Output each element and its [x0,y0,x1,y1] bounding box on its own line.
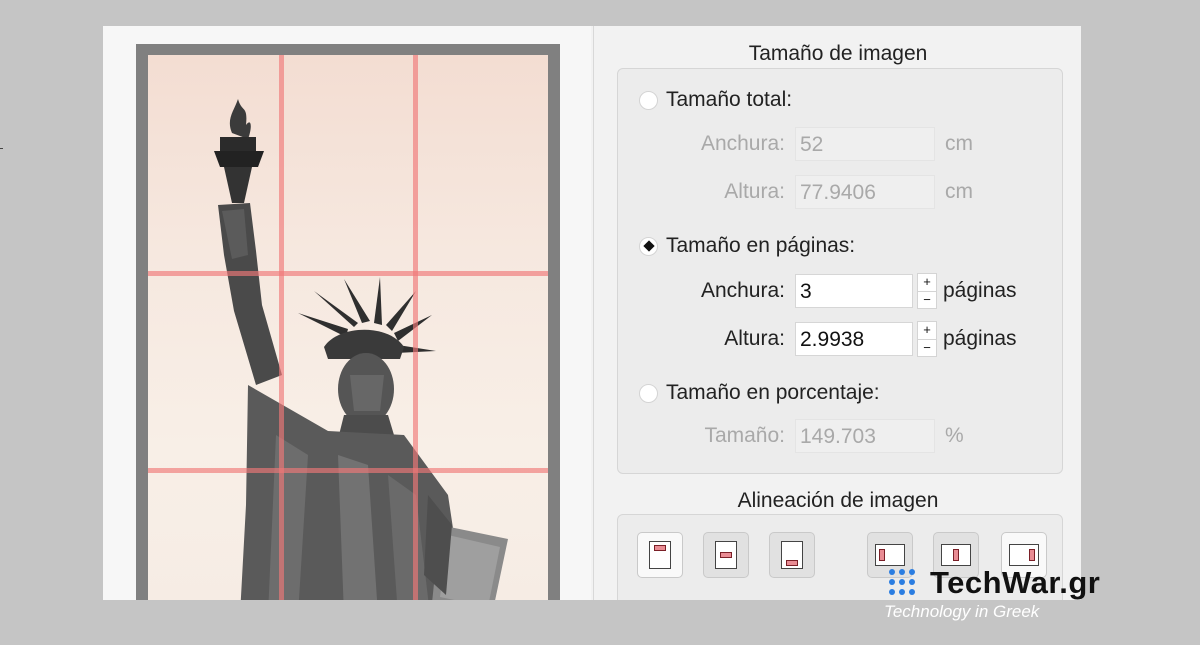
percent-size-input[interactable]: 149.703 [795,419,935,453]
decrement-button[interactable]: − [917,291,937,309]
grid-line-vertical-1 [279,55,284,600]
pages-height-unit: páginas [943,327,1017,350]
panel-divider [593,26,594,600]
preview-image [148,55,548,600]
percent-size-field-label: Tamaño: [704,424,785,447]
pages-width-input[interactable]: 3 [795,274,913,308]
percent-size-option[interactable]: Tamaño en porcentaje: [639,381,880,405]
total-width-label: Anchura: [700,132,785,155]
print-settings-window: Tamaño de imagen Tamaño total: Anchura: … [103,26,1081,600]
pages-height-input[interactable]: 2.9938 [795,322,913,356]
align-top-button[interactable] [637,532,683,578]
pages-width-row: Anchura: 3 + − páginas [649,273,1017,309]
dot-grid-logo-icon [889,569,915,595]
image-size-title: Tamaño de imagen [748,42,928,65]
pages-height-label: Altura: [724,327,785,350]
watermark-tagline: Technology in Greek [884,602,1040,621]
watermark-name: TechWar.gr [930,565,1101,600]
align-top-icon [649,541,671,569]
print-preview [103,26,591,600]
align-middle-icon [715,541,737,569]
total-height-unit: cm [945,180,973,203]
align-left-icon [875,544,905,566]
pages-height-row: Altura: 2.9938 + − páginas [649,321,1017,357]
total-size-radio[interactable] [639,90,658,110]
align-right-icon [1009,544,1039,566]
total-width-unit: cm [945,132,973,155]
settings-panel: Tamaño de imagen Tamaño total: Anchura: … [595,26,1081,600]
align-center-icon [941,544,971,566]
percent-size-unit: % [945,424,964,447]
grid-line-horizontal-2 [148,468,548,473]
decrement-button[interactable]: − [917,339,937,357]
image-alignment-title: Alineación de imagen [737,489,939,512]
total-size-label: Tamaño total: [666,88,793,111]
edge-tick [0,148,3,149]
total-size-option[interactable]: Tamaño total: [639,88,792,112]
align-middle-button[interactable] [703,532,749,578]
grid-line-vertical-2 [413,55,418,600]
align-bottom-icon [781,541,803,569]
increment-button[interactable]: + [917,321,937,340]
pages-size-label: Tamaño en páginas: [666,234,856,257]
total-height-row: Altura: 77.9406 cm [649,175,973,209]
percent-size-row: Tamaño: 149.703 % [649,419,964,453]
total-width-row: Anchura: 52 cm [649,127,973,161]
radio-selected-dot [642,240,655,252]
pages-size-option[interactable]: Tamaño en páginas: [639,234,855,258]
align-bottom-button[interactable] [769,532,815,578]
pages-width-label: Anchura: [700,279,785,302]
statue-image [214,99,508,600]
pages-height-stepper[interactable]: + − [917,321,937,357]
percent-size-radio[interactable] [639,383,658,403]
total-height-label: Altura: [724,180,785,203]
increment-button[interactable]: + [917,273,937,292]
pages-size-radio[interactable] [639,236,658,256]
total-height-input[interactable]: 77.9406 [795,175,935,209]
preview-page-frame [136,44,560,600]
pages-width-unit: páginas [943,279,1017,302]
grid-line-horizontal-1 [148,271,548,276]
total-width-input[interactable]: 52 [795,127,935,161]
percent-size-label: Tamaño en porcentaje: [666,381,880,404]
pages-width-stepper[interactable]: + − [917,273,937,309]
